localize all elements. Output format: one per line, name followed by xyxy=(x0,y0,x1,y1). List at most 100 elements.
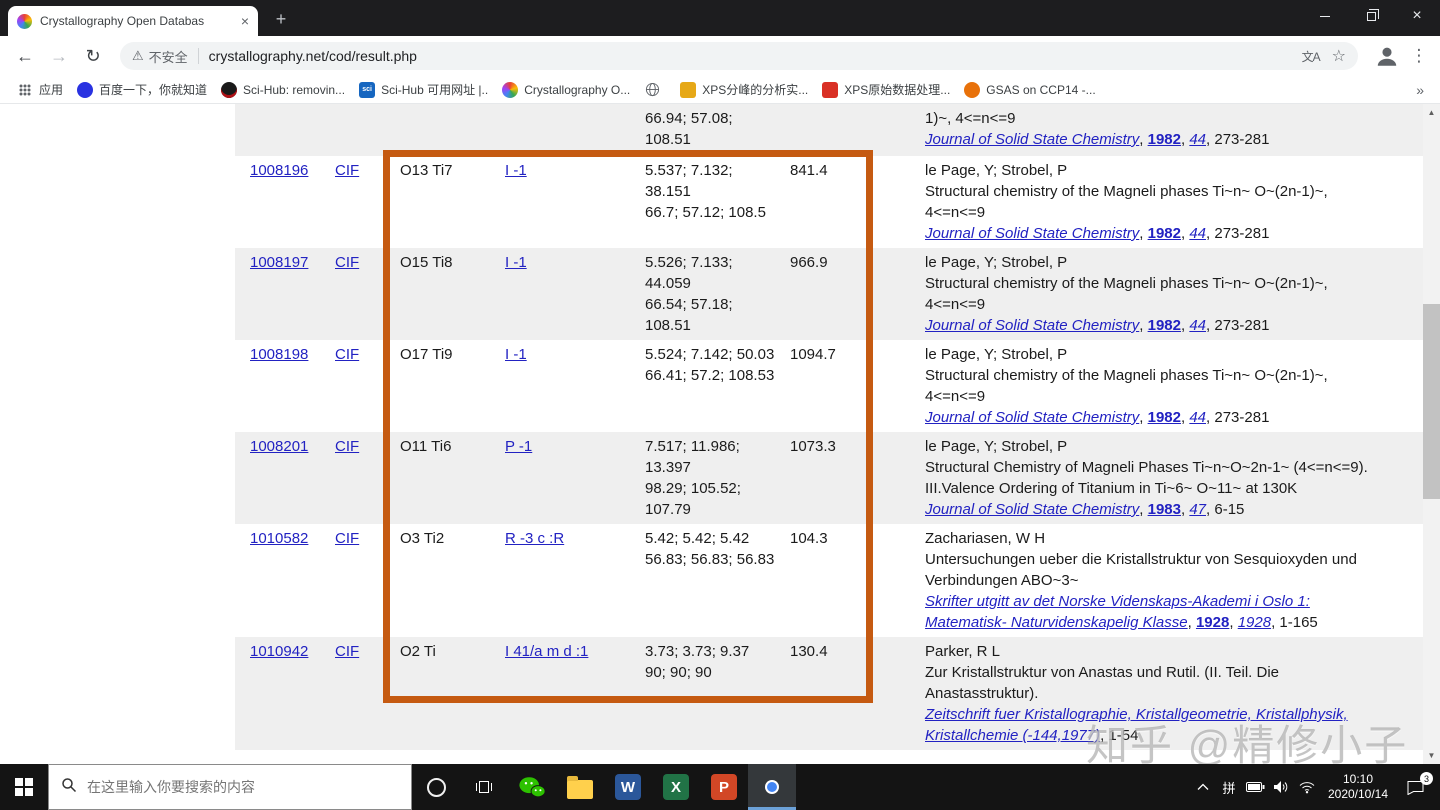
cell-lengths: 7.517; 11.986; 13.397 xyxy=(645,438,740,476)
year-link[interactable]: 1928 xyxy=(1196,614,1229,631)
entry-id-link[interactable]: 1008197 xyxy=(250,254,308,271)
file-explorer-button[interactable] xyxy=(556,764,604,810)
cell-volume: 1073.3 xyxy=(790,438,836,455)
entry-id-link[interactable]: 1010942 xyxy=(250,643,308,660)
page-scrollbar[interactable]: ▲ ▼ xyxy=(1423,104,1440,764)
spacegroup-link[interactable]: I 41/a m d :1 xyxy=(505,643,588,660)
translate-icon[interactable]: 文A xyxy=(1302,48,1321,65)
pages: 273-281 xyxy=(1214,225,1270,242)
table-row: 1008198 CIF O17 Ti9 I -1 5.524; 7.142; 5… xyxy=(235,340,1423,432)
year-link[interactable]: 1982 xyxy=(1148,409,1181,426)
year-link[interactable]: 1983 xyxy=(1148,501,1181,518)
bib-title: Zur Kristallstruktur von Anastas und Rut… xyxy=(925,664,1280,702)
scrollbar-up-icon[interactable]: ▲ xyxy=(1423,104,1440,121)
browser-toolbar: ← → ↻ ⚠ 不安全 crystallography.net/cod/resu… xyxy=(0,36,1440,76)
apps-grid-icon xyxy=(17,82,33,98)
window-close-button[interactable]: × xyxy=(1394,0,1440,32)
bib-title: Structural chemistry of the Magneli phas… xyxy=(925,367,1328,405)
reload-button[interactable]: ↻ xyxy=(78,41,108,71)
entry-id-link[interactable]: 1010582 xyxy=(250,530,308,547)
bookmark-baidu[interactable]: 百度一下，你就知道 xyxy=(70,78,214,101)
journal-link[interactable]: Journal of Solid State Chemistry xyxy=(925,501,1139,518)
bookmark-scihub-mirrors[interactable]: sci Sci-Hub 可用网址 |.. xyxy=(352,78,495,101)
cif-link[interactable]: CIF xyxy=(335,530,359,547)
entry-id-link[interactable]: 1008198 xyxy=(250,346,308,363)
task-view-button[interactable] xyxy=(460,764,508,810)
table-row: 1010582 CIF O3 Ti2 R -3 c :R 5.42; 5.42;… xyxy=(235,524,1423,637)
pages: 6-15 xyxy=(1214,501,1245,518)
cif-link[interactable]: CIF xyxy=(335,643,359,660)
notification-badge: 3 xyxy=(1420,772,1433,785)
new-tab-button[interactable]: + xyxy=(268,6,294,32)
year-link[interactable]: 1982 xyxy=(1148,225,1181,242)
battery-icon[interactable] xyxy=(1242,764,1268,810)
journal-volume-link[interactable]: 44 xyxy=(1189,225,1206,242)
bookmark-apps[interactable]: 应用 xyxy=(10,78,70,101)
bookmark-star-icon[interactable]: ☆ xyxy=(1332,46,1346,66)
bookmark-globe[interactable] xyxy=(637,79,673,101)
spacegroup-link[interactable]: R -3 c :R xyxy=(505,530,564,547)
cif-link[interactable]: CIF xyxy=(335,438,359,455)
bookmark-crystallography[interactable]: Crystallography O... xyxy=(495,79,637,101)
year-link[interactable]: 1982 xyxy=(1148,317,1181,334)
journal-link[interactable]: Journal of Solid State Chemistry xyxy=(925,225,1139,242)
excel-button[interactable]: X xyxy=(652,764,700,810)
journal-volume-link[interactable]: 44 xyxy=(1189,409,1206,426)
spacegroup-link[interactable]: I -1 xyxy=(505,254,527,271)
forward-button[interactable]: → xyxy=(44,41,74,71)
scrollbar-thumb[interactable] xyxy=(1423,304,1440,499)
bookmark-scihub[interactable]: Sci-Hub: removin... xyxy=(214,79,352,101)
scrollbar-down-icon[interactable]: ▼ xyxy=(1423,747,1440,764)
url-text[interactable]: crystallography.net/cod/result.php xyxy=(209,48,1294,64)
journal-link[interactable]: Journal of Solid State Chemistry xyxy=(925,409,1139,426)
security-chip[interactable]: ⚠ 不安全 xyxy=(132,47,188,66)
spacegroup-link[interactable]: I -1 xyxy=(505,346,527,363)
cortana-button[interactable] xyxy=(412,764,460,810)
bookmarks-bar: 应用 百度一下，你就知道 Sci-Hub: removin... sci Sci… xyxy=(0,76,1440,104)
journal-volume-link[interactable]: 1928 xyxy=(1238,614,1271,631)
xps-analysis-favicon xyxy=(680,81,697,98)
spacegroup-link[interactable]: I -1 xyxy=(505,162,527,179)
journal-volume-link[interactable]: 47 xyxy=(1189,501,1206,518)
chrome-button[interactable] xyxy=(748,764,796,810)
bookmarks-overflow-icon[interactable]: » xyxy=(1410,82,1430,98)
journal-link[interactable]: Journal of Solid State Chemistry xyxy=(925,317,1139,334)
browser-tab[interactable]: Crystallography Open Databas × xyxy=(8,6,258,36)
volume-icon[interactable] xyxy=(1268,764,1294,810)
tab-close-icon[interactable]: × xyxy=(241,14,249,28)
action-center-button[interactable]: 3 xyxy=(1396,764,1434,810)
file-explorer-icon xyxy=(567,776,593,799)
taskbar-search-input[interactable] xyxy=(85,778,399,796)
bookmark-xps-analysis[interactable]: XPS分峰的分析实... xyxy=(673,78,815,101)
network-icon[interactable] xyxy=(1294,764,1320,810)
ime-indicator[interactable]: 拼 xyxy=(1216,764,1242,810)
bookmark-xps-data[interactable]: XPS原始数据处理... xyxy=(815,78,957,101)
window-minimize-button[interactable] xyxy=(1302,0,1348,32)
bookmark-gsas[interactable]: GSAS on CCP14 -... xyxy=(957,79,1102,101)
cif-link[interactable]: CIF xyxy=(335,162,359,179)
journal-volume-link[interactable]: 44 xyxy=(1189,317,1206,334)
address-bar[interactable]: ⚠ 不安全 crystallography.net/cod/result.php… xyxy=(120,42,1358,70)
window-restore-button[interactable] xyxy=(1348,0,1394,32)
powerpoint-button[interactable]: P xyxy=(700,764,748,810)
entry-id-link[interactable]: 1008201 xyxy=(250,438,308,455)
tray-chevron-icon[interactable] xyxy=(1190,764,1216,810)
cif-link[interactable]: CIF xyxy=(335,254,359,271)
wechat-button[interactable] xyxy=(508,764,556,810)
profile-avatar-icon[interactable] xyxy=(1374,43,1400,69)
table-row: 1008201 CIF O11 Ti6 P -1 7.517; 11.986; … xyxy=(235,432,1423,524)
journal-volume-link[interactable]: 44 xyxy=(1189,131,1206,148)
journal-link[interactable]: Journal of Solid State Chemistry xyxy=(925,131,1139,148)
excel-icon: X xyxy=(663,774,689,800)
start-button[interactable] xyxy=(0,764,48,810)
entry-id-link[interactable]: 1008196 xyxy=(250,162,308,179)
word-button[interactable]: W xyxy=(604,764,652,810)
browser-menu-icon[interactable]: ⋮ xyxy=(1406,46,1432,66)
cif-link[interactable]: CIF xyxy=(335,346,359,363)
spacegroup-link[interactable]: P -1 xyxy=(505,438,532,455)
year-link[interactable]: 1982 xyxy=(1148,131,1181,148)
bib-title: Structural chemistry of the Magneli phas… xyxy=(925,275,1328,313)
back-button[interactable]: ← xyxy=(10,41,40,71)
taskbar-clock[interactable]: 10:10 2020/10/14 xyxy=(1320,772,1396,802)
taskbar-search[interactable] xyxy=(48,764,412,810)
